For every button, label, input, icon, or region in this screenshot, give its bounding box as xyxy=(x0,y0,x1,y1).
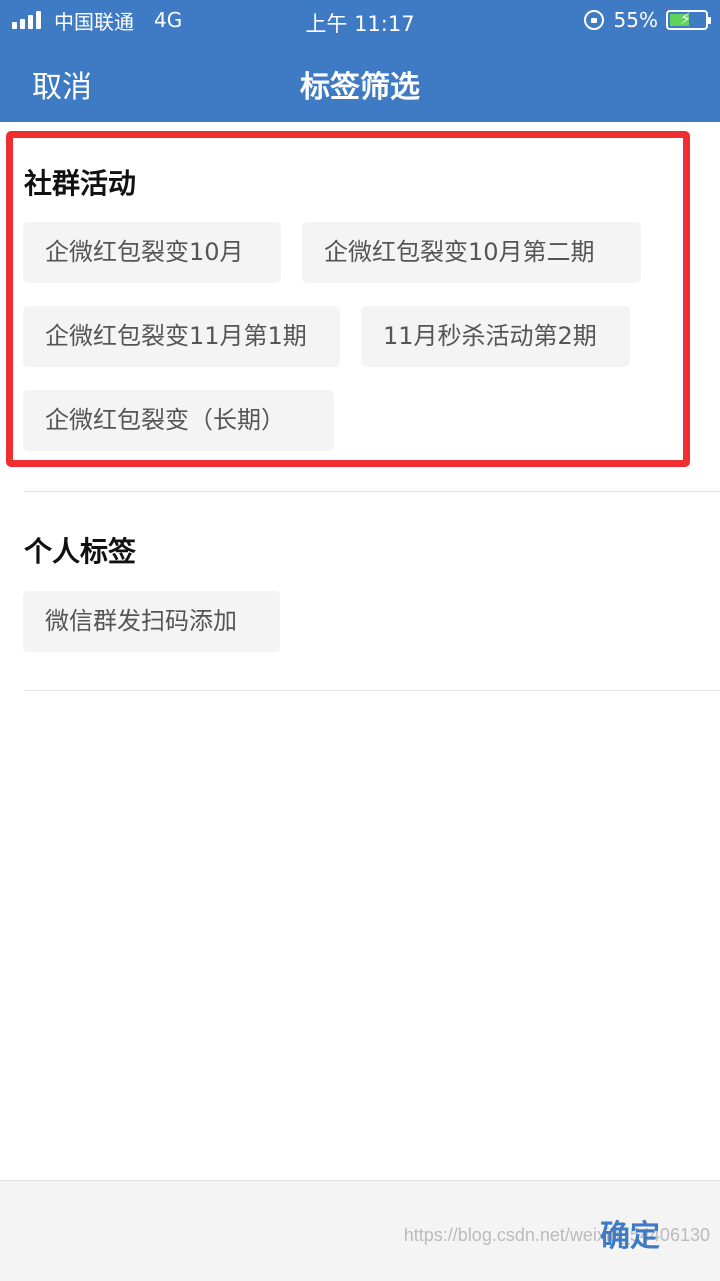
battery-icon: ⚡ xyxy=(666,9,711,30)
status-right: 55% ⚡ xyxy=(583,8,711,32)
confirm-button[interactable]: 确定 xyxy=(600,1211,660,1255)
battery-percent: 55% xyxy=(613,8,658,32)
nav-bar: 取消 标签筛选 xyxy=(0,48,720,114)
app-header: 中国联通 4G 上午 11:17 55% ⚡ 取消 标签筛选 xyxy=(0,0,720,122)
orientation-lock-icon xyxy=(583,10,604,30)
status-bar: 中国联通 4G 上午 11:17 55% ⚡ xyxy=(0,0,720,40)
section-divider xyxy=(24,491,720,492)
section-divider xyxy=(24,690,720,691)
tag-chip[interactable]: 微信群发扫码添加 xyxy=(23,591,280,652)
footer-bar: https://blog.csdn.net/weixin_54406130 确定 xyxy=(0,1180,720,1281)
page-title: 标签筛选 xyxy=(300,70,420,105)
highlight-annotation-box xyxy=(6,131,690,467)
section-title-personal: 个人标签 xyxy=(24,535,137,568)
watermark-text: https://blog.csdn.net/weixin_54406130 xyxy=(403,1225,710,1245)
charging-bolt-icon: ⚡ xyxy=(680,9,692,28)
